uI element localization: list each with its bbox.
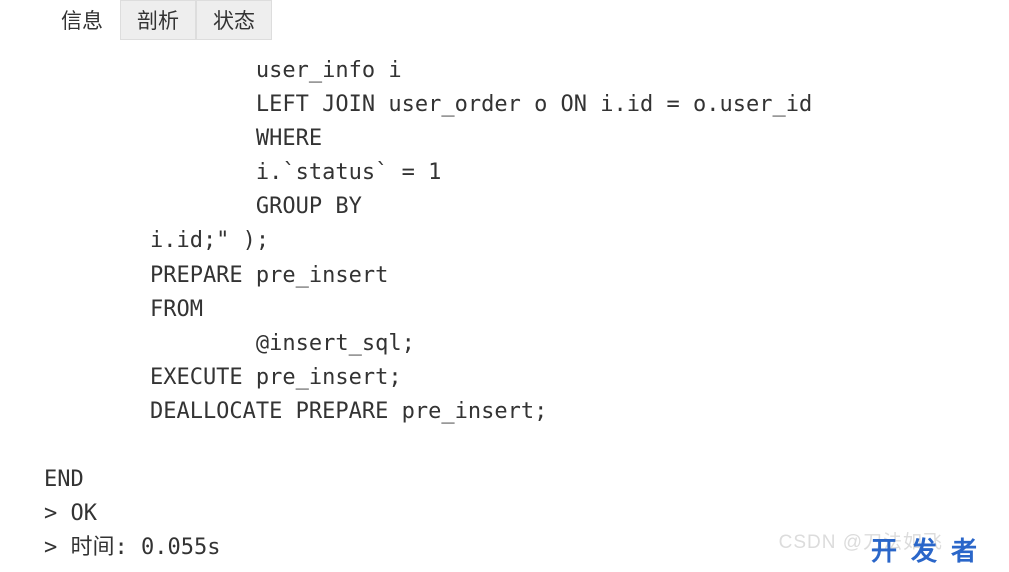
sql-output-text: user_info i LEFT JOIN user_order o ON i.… [0,40,1009,565]
watermark-logo: 开发者 [871,531,991,568]
tab-profile[interactable]: 剖析 [120,0,196,40]
tab-status[interactable]: 状态 [196,0,272,40]
tab-bar: 信息 剖析 状态 [0,0,1009,40]
tab-info[interactable]: 信息 [44,0,120,40]
